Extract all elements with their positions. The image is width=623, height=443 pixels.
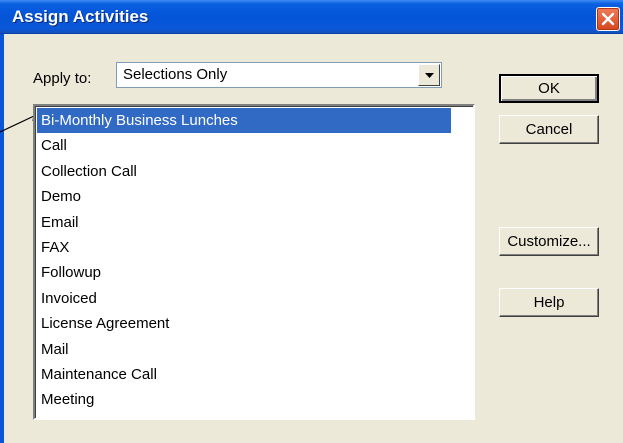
title-bar[interactable]: Assign Activities xyxy=(0,0,623,34)
activities-listbox[interactable]: Bi-Monthly Business Lunches Call Collectio… xyxy=(33,104,475,420)
list-item[interactable]: Bi-Monthly Business Lunches xyxy=(37,108,451,134)
list-item[interactable]: Followup xyxy=(37,260,451,285)
list-item[interactable]: License Agreement xyxy=(37,311,451,336)
ok-button[interactable]: OK xyxy=(499,74,599,103)
assign-activities-dialog: Assign Activities Apply to: Selections O… xyxy=(0,0,623,443)
dropdown-arrow-button[interactable] xyxy=(418,64,440,86)
customize-button[interactable]: Customize... xyxy=(499,227,599,256)
close-button[interactable] xyxy=(596,7,620,31)
chevron-down-icon xyxy=(425,73,434,78)
list-item[interactable]: Collection Call xyxy=(37,159,451,184)
list-item[interactable]: Mail xyxy=(37,337,451,362)
list-item[interactable]: Email xyxy=(37,210,451,235)
close-icon xyxy=(601,12,615,26)
help-button[interactable]: Help xyxy=(499,288,599,317)
list-item[interactable]: Meeting xyxy=(37,387,451,412)
list-item[interactable]: Maintenance Call xyxy=(37,362,451,387)
activities-list: Bi-Monthly Business Lunches Call Collectio… xyxy=(37,108,451,418)
list-item[interactable]: Demo xyxy=(37,184,451,209)
list-item[interactable]: Invoiced xyxy=(37,286,451,311)
window-frame-left xyxy=(0,34,4,443)
list-item[interactable]: Call xyxy=(37,133,451,158)
apply-to-value: Selections Only xyxy=(123,66,228,83)
cancel-button[interactable]: Cancel xyxy=(499,115,599,144)
apply-to-label: Apply to: xyxy=(33,70,92,87)
apply-to-dropdown[interactable]: Selections Only xyxy=(116,62,442,88)
callout-pointer-icon xyxy=(0,114,35,133)
list-item[interactable]: FAX xyxy=(37,235,451,260)
list-item[interactable]: New Activity xyxy=(37,413,451,418)
window-title: Assign Activities xyxy=(12,7,149,26)
